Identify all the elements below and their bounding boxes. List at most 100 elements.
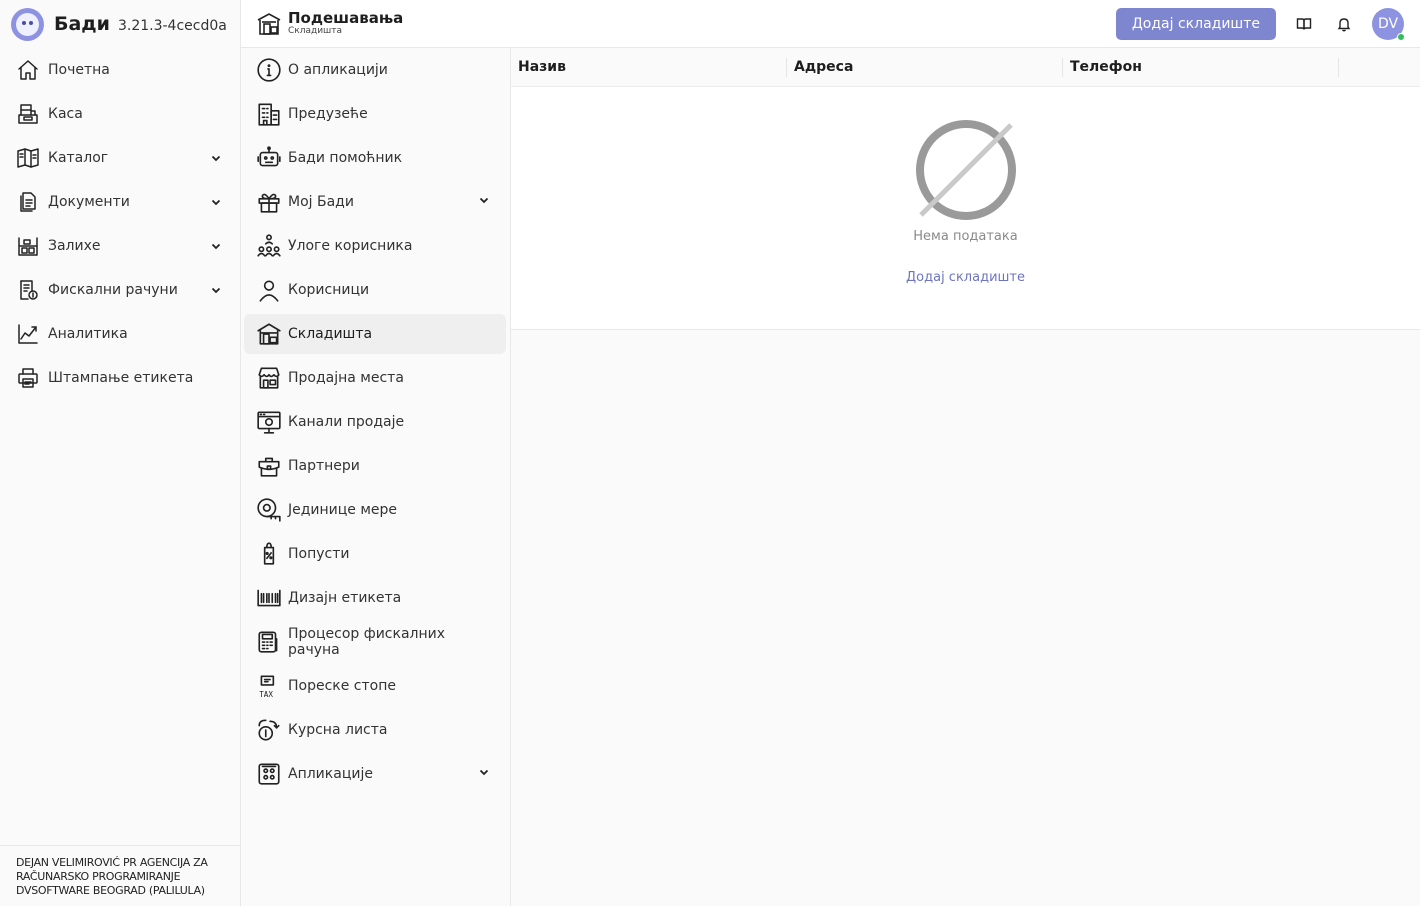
app-logo-icon xyxy=(11,7,44,41)
no-data-icon xyxy=(913,117,1019,223)
settings-item-label: Попусти xyxy=(288,546,350,562)
settings-item-6[interactable]: Складишта xyxy=(244,314,506,354)
settings-item-0[interactable]: О апликацији xyxy=(244,50,506,90)
home-icon xyxy=(16,58,40,82)
settings-item-label: Пореске стопе xyxy=(288,678,396,694)
settings-item-15[interactable]: Курсна листа xyxy=(244,710,506,750)
column-header-phone[interactable]: Телефон xyxy=(1063,48,1339,87)
settings-item-14[interactable]: TAX Пореске стопе xyxy=(244,666,506,706)
settings-item-4[interactable]: Улоге корисника xyxy=(244,226,506,266)
settings-item-label: Дизајн етикета xyxy=(288,590,402,606)
nav-item-label: Фискални рачуни xyxy=(48,282,178,298)
top-header: Подешавања Складишта Додај складиште DV xyxy=(241,0,1420,48)
catalog-book-icon xyxy=(16,146,40,170)
settings-item-8[interactable]: Канали продаје xyxy=(244,402,506,442)
nav-item-label: Каса xyxy=(48,106,83,122)
nav-item-6[interactable]: Аналитика xyxy=(0,312,240,356)
settings-item-3[interactable]: Мој Бади xyxy=(244,182,506,222)
chevron-down-icon xyxy=(210,196,222,208)
warehouses-content: Назив Адреса Телефон Нема података Додај… xyxy=(511,48,1420,906)
tax-icon: TAX xyxy=(256,673,282,699)
settings-item-9[interactable]: Партнери xyxy=(244,446,506,486)
exchange-rate-icon xyxy=(256,717,282,743)
settings-item-label: Бади помоћник xyxy=(288,150,403,166)
settings-item-2[interactable]: Бади помоћник xyxy=(244,138,506,178)
documents-icon xyxy=(16,190,40,214)
bell-icon[interactable] xyxy=(1332,12,1356,36)
nav-item-label: Аналитика xyxy=(48,326,128,342)
table-header: Назив Адреса Телефон xyxy=(511,48,1420,87)
settings-item-5[interactable]: Корисници xyxy=(244,270,506,310)
inventory-icon xyxy=(16,234,40,258)
sales-channel-icon xyxy=(256,409,282,435)
main-nav: Почетна Каса Каталог Документи Залихе Фискалн… xyxy=(0,48,240,400)
robot-assistant-icon xyxy=(256,145,282,171)
measure-tape-icon xyxy=(256,497,282,523)
settings-item-13[interactable]: Процесор фискалних рачуна xyxy=(244,622,506,662)
settings-item-label: Улоге корисника xyxy=(288,238,413,254)
chevron-down-icon xyxy=(210,240,222,252)
online-status-dot xyxy=(1397,32,1405,41)
apps-grid-icon xyxy=(256,761,282,787)
app-version: 3.21.3-4cecd0a xyxy=(117,17,227,34)
column-header-actions xyxy=(1339,48,1420,87)
nav-item-3[interactable]: Документи xyxy=(0,180,240,224)
company-name: DEJAN VELIMIROVIĆ PR AGENCIJA ZA RAČUNAR… xyxy=(0,845,240,906)
nav-item-label: Залихе xyxy=(48,238,101,254)
nav-item-2[interactable]: Каталог xyxy=(0,136,240,180)
fiscal-receipt-icon xyxy=(16,278,40,302)
page-title: Подешавања xyxy=(288,9,404,27)
nav-item-label: Почетна xyxy=(48,62,110,78)
empty-state: Нема података Додај складиште xyxy=(511,87,1420,285)
nav-item-4[interactable]: Залихе xyxy=(0,224,240,268)
add-warehouse-link[interactable]: Додај складиште xyxy=(906,270,1025,285)
fiscal-processor-icon xyxy=(256,629,282,655)
settings-item-label: Мој Бади xyxy=(288,194,354,210)
company-building-icon xyxy=(256,101,282,127)
settings-item-12[interactable]: Дизајн етикета xyxy=(244,578,506,618)
settings-item-label: О апликацији xyxy=(288,62,388,78)
warehouses-table: Назив Адреса Телефон Нема података Додај… xyxy=(511,48,1420,330)
empty-message: Нема података xyxy=(913,229,1018,244)
settings-item-label: Курсна листа xyxy=(288,722,388,738)
settings-item-label: Апликације xyxy=(288,766,373,782)
analytics-chart-icon xyxy=(16,322,40,346)
book-open-icon[interactable] xyxy=(1292,12,1316,36)
settings-item-1[interactable]: Предузеће xyxy=(244,94,506,134)
nav-item-0[interactable]: Почетна xyxy=(0,48,240,92)
discount-tag-icon xyxy=(256,541,282,567)
nav-item-5[interactable]: Фискални рачуни xyxy=(0,268,240,312)
settings-item-label: Канали продаје xyxy=(288,414,405,430)
nav-item-label: Штампање етикета xyxy=(48,370,194,386)
settings-nav: О апликацији Предузеће Бади помоћник Мој Ба… xyxy=(241,48,511,906)
settings-item-10[interactable]: Јединице мере xyxy=(244,490,506,530)
page-subtitle: Складишта xyxy=(288,26,343,36)
barcode-icon xyxy=(256,585,282,611)
partners-briefcase-icon xyxy=(256,453,282,479)
nav-item-1[interactable]: Каса xyxy=(0,92,240,136)
add-warehouse-button[interactable]: Додај складиште xyxy=(1115,7,1276,40)
nav-item-label: Каталог xyxy=(48,150,109,166)
nav-item-7[interactable]: Штампање етикета xyxy=(0,356,240,400)
column-header-address[interactable]: Адреса xyxy=(787,48,1063,87)
settings-item-7[interactable]: Продајна места xyxy=(244,358,506,398)
settings-item-11[interactable]: Попусти xyxy=(244,534,506,574)
settings-item-label: Предузеће xyxy=(288,106,368,122)
settings-item-label: Процесор фискалних рачуна xyxy=(288,626,446,658)
column-header-name[interactable]: Назив xyxy=(511,48,787,87)
user-avatar[interactable]: DV xyxy=(1372,7,1405,41)
info-icon xyxy=(256,57,282,83)
nav-item-label: Документи xyxy=(48,194,130,210)
chevron-down-icon xyxy=(210,152,222,164)
settings-item-16[interactable]: Апликације xyxy=(244,754,506,794)
settings-item-label: Јединице мере xyxy=(288,502,398,518)
settings-item-label: Складишта xyxy=(288,326,373,342)
chevron-down-icon xyxy=(210,284,222,296)
chevron-down-icon xyxy=(478,766,490,782)
brand[interactable]: Бади 3.21.3-4cecd0a xyxy=(0,0,240,48)
cash-register-icon xyxy=(16,102,40,126)
user-roles-icon xyxy=(256,233,282,259)
gift-box-icon xyxy=(256,189,282,215)
avatar-initials: DV xyxy=(1377,15,1399,32)
svg-text:TAX: TAX xyxy=(259,690,273,699)
